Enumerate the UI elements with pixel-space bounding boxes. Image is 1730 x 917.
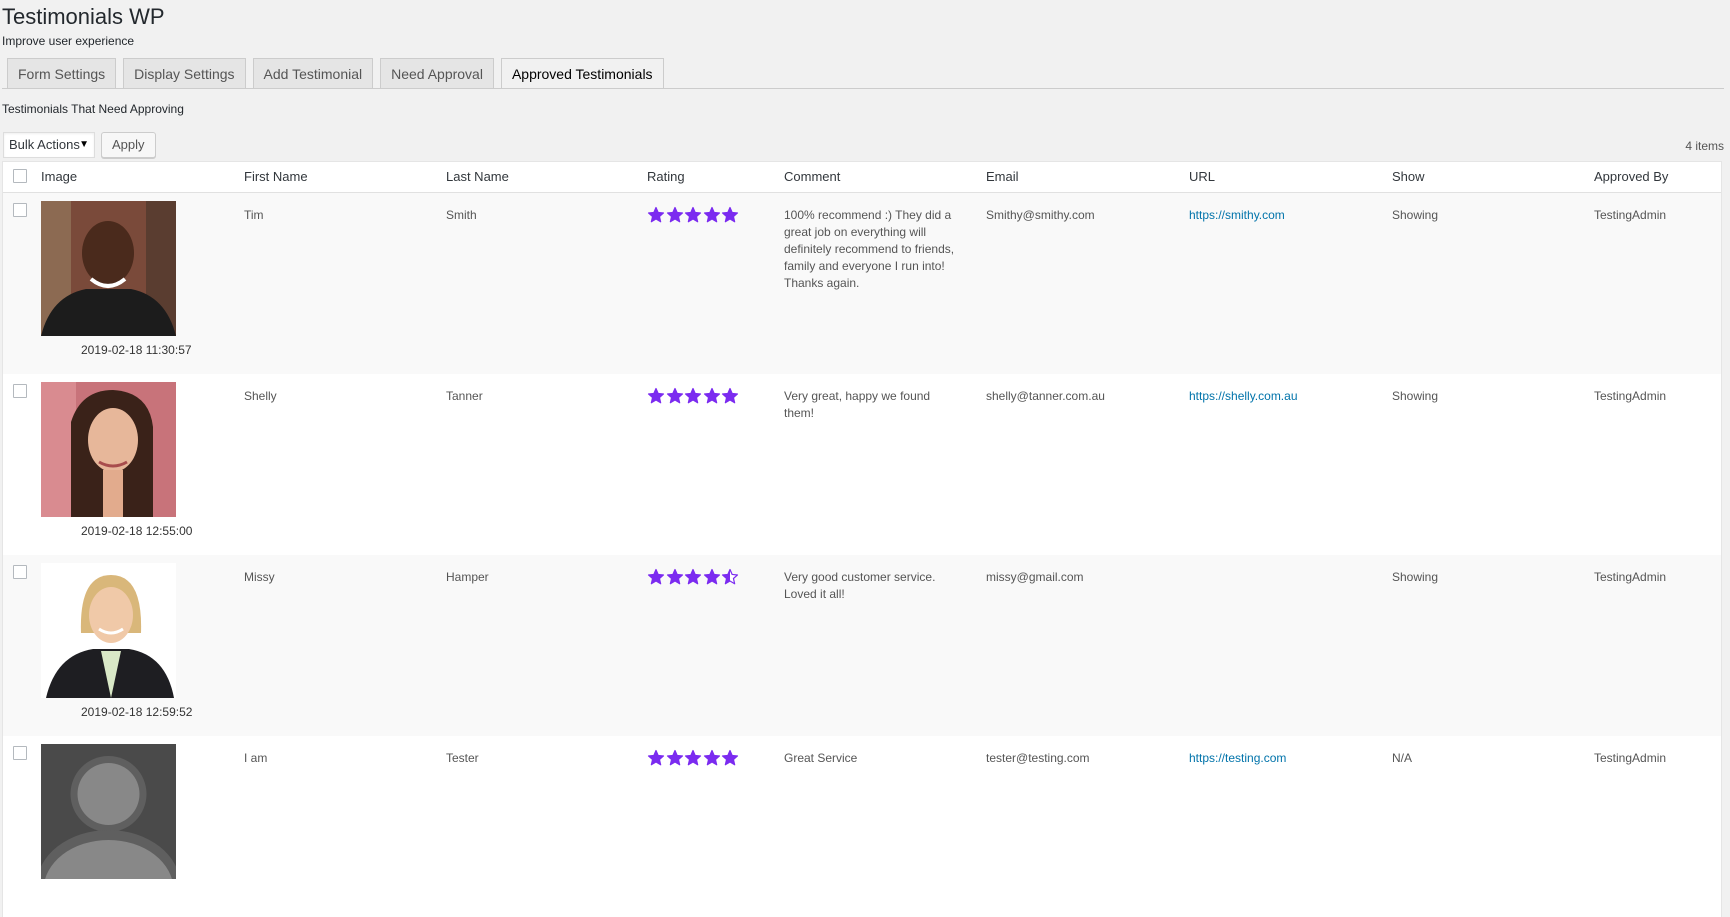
table-row: 2019-02-18 12:55:00 Shelly Tanner Very g… bbox=[3, 374, 1721, 555]
approved-by: TestingAdmin bbox=[1594, 389, 1667, 403]
page-subtitle: Improve user experience bbox=[2, 34, 135, 48]
last-name: Tanner bbox=[446, 389, 483, 403]
show-status: Showing bbox=[1392, 208, 1439, 222]
approved-by: TestingAdmin bbox=[1594, 570, 1667, 584]
first-name: Missy bbox=[244, 570, 275, 584]
email: shelly@tanner.com.au bbox=[986, 389, 1105, 403]
star-filled-icon bbox=[721, 206, 739, 223]
star-filled-icon bbox=[647, 568, 665, 585]
star-filled-icon bbox=[684, 206, 702, 223]
star-filled-icon bbox=[684, 749, 702, 766]
comment-text: Great Service bbox=[784, 751, 858, 765]
tab-approved-testimonials[interactable]: Approved Testimonials bbox=[500, 58, 664, 89]
url-link[interactable]: https://shelly.com.au bbox=[1189, 388, 1298, 405]
column-header-comment: Comment bbox=[784, 169, 841, 184]
tabs-divider bbox=[2, 88, 1724, 89]
testimonials-table: Image First Name Last Name Rating Commen… bbox=[2, 161, 1722, 917]
column-header-first-name: First Name bbox=[244, 169, 308, 184]
submission-date: 2019-02-18 12:55:00 bbox=[81, 524, 193, 538]
column-header-last-name: Last Name bbox=[446, 169, 509, 184]
tab-form-settings[interactable]: Form Settings bbox=[7, 58, 117, 88]
table-row: I am Tester Great Service tester@testing… bbox=[3, 736, 1721, 917]
last-name: Tester bbox=[446, 751, 479, 765]
star-filled-icon bbox=[666, 387, 683, 404]
submission-date: 2019-02-18 12:59:52 bbox=[81, 705, 193, 719]
bulk-actions-bar: Bulk Actions ▼ Apply bbox=[3, 132, 156, 158]
star-filled-icon bbox=[703, 568, 720, 585]
bulk-actions-value: Bulk Actions bbox=[9, 137, 80, 152]
star-filled-icon bbox=[703, 206, 720, 223]
star-filled-icon bbox=[721, 749, 739, 766]
star-filled-icon bbox=[703, 749, 720, 766]
column-header-email: Email bbox=[986, 169, 1019, 184]
select-all-checkbox[interactable] bbox=[13, 169, 27, 183]
first-name: Tim bbox=[244, 208, 264, 222]
star-filled-icon bbox=[647, 206, 665, 223]
row-checkbox[interactable] bbox=[13, 203, 27, 217]
column-header-show: Show bbox=[1392, 169, 1425, 184]
url-link[interactable]: https://smithy.com bbox=[1189, 207, 1285, 224]
approved-by: TestingAdmin bbox=[1594, 751, 1667, 765]
email: tester@testing.com bbox=[986, 751, 1090, 765]
column-header-approved-by: Approved By bbox=[1594, 169, 1669, 184]
row-checkbox[interactable] bbox=[13, 384, 27, 398]
approved-by: TestingAdmin bbox=[1594, 208, 1667, 222]
comment-text: Very great, happy we found them! bbox=[784, 389, 931, 420]
star-filled-icon bbox=[684, 568, 702, 585]
submission-date: 2019-02-18 11:30:57 bbox=[81, 343, 192, 357]
tab-display-settings[interactable]: Display Settings bbox=[123, 58, 246, 88]
comment-text: 100% recommend :) They did a great job o… bbox=[784, 208, 955, 290]
testimonial-photo bbox=[41, 563, 176, 698]
last-name: Hamper bbox=[446, 570, 489, 584]
bulk-actions-select[interactable]: Bulk Actions ▼ bbox=[3, 132, 95, 158]
comment-text: Very good customer service. Loved it all… bbox=[784, 570, 936, 601]
table-row: 2019-02-18 12:59:52 Missy Hamper Very go… bbox=[3, 555, 1721, 736]
page-title: Testimonials WP bbox=[2, 4, 165, 29]
testimonial-photo bbox=[41, 382, 176, 517]
last-name: Smith bbox=[446, 208, 477, 222]
rating-stars bbox=[647, 749, 740, 767]
first-name: Shelly bbox=[244, 389, 277, 403]
email: missy@gmail.com bbox=[986, 570, 1084, 584]
rating-stars bbox=[647, 387, 740, 405]
rating-stars bbox=[647, 568, 740, 586]
column-header-image: Image bbox=[41, 169, 78, 184]
testimonial-photo bbox=[41, 201, 176, 336]
star-filled-icon bbox=[703, 387, 720, 404]
star-filled-icon bbox=[684, 387, 702, 404]
column-header-url: URL bbox=[1189, 169, 1216, 184]
row-checkbox[interactable] bbox=[13, 746, 27, 760]
star-filled-icon bbox=[647, 749, 665, 766]
show-status: Showing bbox=[1392, 570, 1439, 584]
rating-stars bbox=[647, 206, 740, 224]
tab-need-approval[interactable]: Need Approval bbox=[380, 58, 494, 88]
row-checkbox[interactable] bbox=[13, 565, 27, 579]
show-status: Showing bbox=[1392, 389, 1439, 403]
star-filled-icon bbox=[666, 749, 683, 766]
show-status: N/A bbox=[1392, 751, 1413, 765]
url-link[interactable]: https://testing.com bbox=[1189, 750, 1286, 767]
tab-add-testimonial[interactable]: Add Testimonial bbox=[252, 58, 374, 88]
star-half-icon bbox=[721, 568, 739, 585]
star-filled-icon bbox=[666, 206, 683, 223]
section-label: Testimonials That Need Approving bbox=[2, 102, 184, 116]
settings-tabs: Form Settings Display Settings Add Testi… bbox=[7, 58, 671, 89]
table-row: 2019-02-18 11:30:57 Tim Smith 100% recom… bbox=[3, 193, 1721, 374]
column-header-rating: Rating bbox=[647, 169, 685, 184]
star-filled-icon bbox=[666, 568, 683, 585]
apply-button[interactable]: Apply bbox=[101, 132, 156, 158]
avatar-placeholder-icon bbox=[41, 744, 176, 879]
items-count: 4 items bbox=[1685, 139, 1724, 153]
dropdown-arrow-icon: ▼ bbox=[79, 139, 89, 150]
star-filled-icon bbox=[721, 387, 739, 404]
table-header: Image First Name Last Name Rating Commen… bbox=[3, 162, 1721, 193]
email: Smithy@smithy.com bbox=[986, 208, 1095, 222]
first-name: I am bbox=[244, 751, 268, 765]
star-filled-icon bbox=[647, 387, 665, 404]
